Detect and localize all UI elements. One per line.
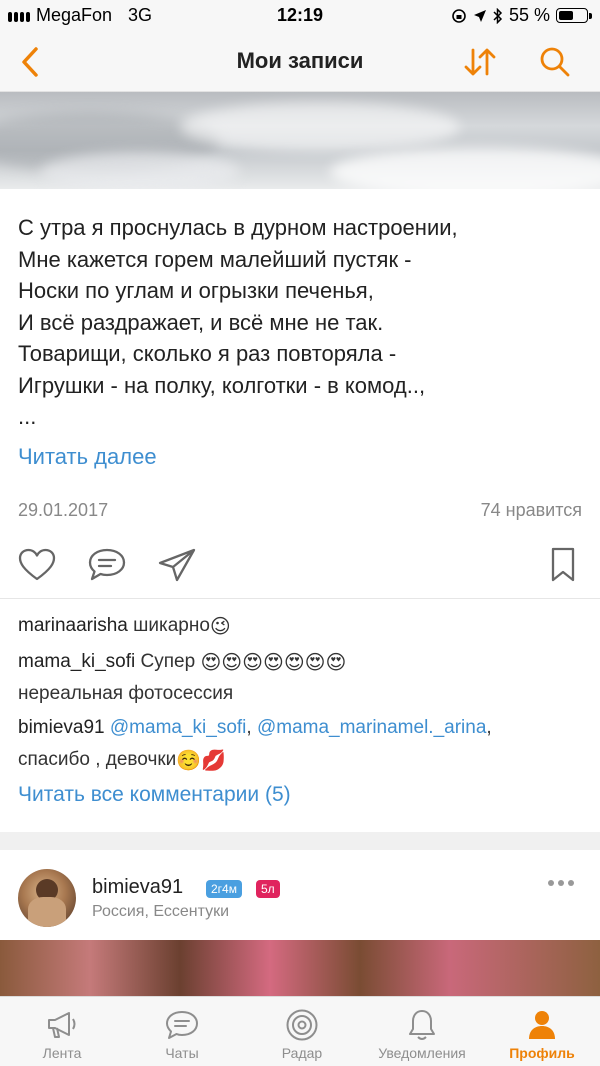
comment-item: mama_ki_sofi Супер 😍😍😍😍😍😍😍 нереальная фо…: [18, 646, 588, 710]
post-text-line: Товарищи, сколько я раз повторяла -: [18, 341, 397, 366]
page-title: Мои записи: [236, 48, 364, 73]
read-all-comments-link[interactable]: Читать все комментарии (5): [18, 783, 291, 807]
status-icons: 55 %: [451, 5, 592, 26]
comment-button[interactable]: [86, 544, 128, 586]
share-button[interactable]: [156, 544, 198, 586]
bookmark-icon: [551, 547, 575, 582]
level-badge: 5л: [256, 880, 280, 898]
comment-text: ,: [246, 717, 252, 738]
comment-text: ,: [486, 717, 492, 738]
avatar[interactable]: [18, 869, 76, 927]
status-bar: MegaFon 3G 12:19 55 %: [0, 0, 600, 30]
comment-item: marinaarisha шикарно😉: [18, 610, 588, 642]
post-text: С утра я проснулась в дурном настроении,…: [18, 212, 588, 433]
tab-radar[interactable]: Радар: [262, 997, 342, 1066]
bell-icon: [404, 1007, 440, 1043]
search-icon: [540, 47, 570, 77]
search-button[interactable]: [535, 42, 575, 82]
comment-text: спасибо , девочки: [18, 749, 177, 770]
post-location: Россия, Ессентуки: [92, 903, 230, 920]
tab-label: Лента: [42, 1045, 82, 1061]
tab-label: Уведомления: [378, 1045, 466, 1061]
battery-percent: 55 %: [508, 5, 550, 25]
tab-bar: Лента Чаты Радар Уведомления Профиль: [0, 996, 600, 1066]
comment-author[interactable]: marinaarisha: [18, 615, 128, 636]
tab-label: Профиль: [509, 1045, 575, 1061]
likes-count[interactable]: 74 нравится: [481, 500, 582, 521]
megaphone-icon: [44, 1007, 80, 1043]
divider: [0, 598, 600, 599]
post-text-line: Мне кажется горем малейший пустяк -: [18, 246, 412, 272]
post-text-line: Игрушки - на полку, колготки - в комод..…: [18, 372, 426, 398]
sort-icon: [464, 48, 496, 76]
post-text-line: И всё раздражает, и всё мне не так.: [18, 309, 384, 335]
post-text-line: Носки по углам и огрызки печенья,: [18, 278, 374, 303]
heart-icon: [18, 548, 56, 581]
bookmark-button[interactable]: [542, 544, 584, 586]
read-more-link[interactable]: Читать далее: [18, 444, 157, 470]
tab-label: Радар: [281, 1045, 323, 1061]
post-text-line: ...: [18, 404, 37, 429]
post-photo[interactable]: [0, 92, 600, 189]
like-button[interactable]: [16, 544, 58, 586]
wink-emoji-icon: 😉: [209, 616, 231, 638]
battery-icon: [556, 8, 592, 23]
comment-text: Супер: [140, 651, 196, 672]
comment-author[interactable]: mama_ki_sofi: [18, 651, 135, 672]
comment-item: bimieva91 @mama_ki_sofi, @mama_marinamel…: [18, 712, 588, 776]
more-options-button[interactable]: [548, 880, 576, 890]
mention-link[interactable]: @mama_marinamel._arina: [257, 717, 486, 738]
comment-icon: [88, 548, 126, 581]
comment-text: шикарно: [133, 615, 210, 636]
tab-chats[interactable]: Чаты: [142, 997, 222, 1066]
chat-icon: [164, 1007, 200, 1043]
heart-eyes-emoji-icon: 😍😍😍😍😍😍😍: [200, 652, 347, 674]
age-badge: 2г4м: [206, 880, 242, 898]
radar-icon: [284, 1007, 320, 1043]
battery-level: [559, 11, 573, 20]
tab-notifications[interactable]: Уведомления: [366, 997, 478, 1066]
profile-icon: [524, 1007, 560, 1043]
post-photo[interactable]: [0, 940, 600, 1000]
post-author[interactable]: bimieva91: [92, 876, 183, 899]
comment-text: нереальная фотосессия: [18, 683, 234, 704]
nav-bar: Мои записи: [0, 30, 600, 92]
bluetooth-icon: [493, 7, 503, 24]
mention-link[interactable]: @mama_ki_sofi: [110, 717, 247, 738]
tab-label: Чаты: [165, 1045, 199, 1061]
smile-kiss-emoji-icon: ☺️💋: [176, 750, 227, 772]
sort-button[interactable]: [460, 42, 500, 82]
tab-feed[interactable]: Лента: [22, 997, 102, 1066]
comment-author[interactable]: bimieva91: [18, 717, 105, 738]
post-date: 29.01.2017: [18, 500, 109, 520]
post-text-line: С утра я проснулась в дурном настроении,: [18, 215, 458, 240]
tab-profile[interactable]: Профиль: [502, 997, 582, 1066]
send-icon: [158, 548, 196, 582]
location-arrow-icon: [473, 9, 486, 22]
rotation-lock-icon: [452, 8, 466, 23]
post-separator: [0, 832, 600, 850]
